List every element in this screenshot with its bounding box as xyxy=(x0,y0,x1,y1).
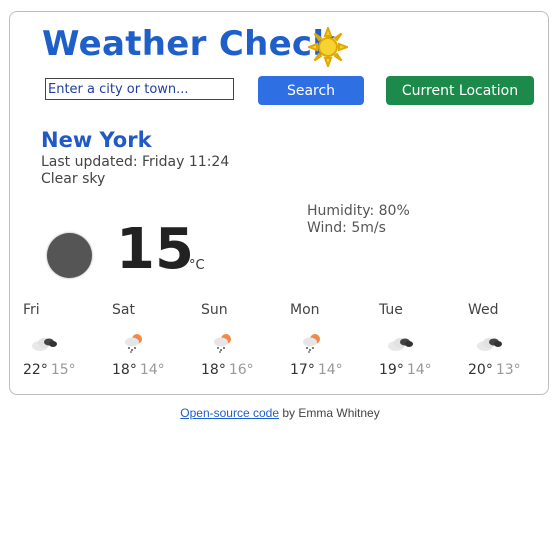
search-button[interactable]: Search xyxy=(258,76,364,105)
broken-clouds-icon xyxy=(477,338,502,351)
forecast-min: 14° xyxy=(139,362,165,378)
rain-snow-icon xyxy=(125,334,142,353)
forecast-day-name: Sat xyxy=(112,302,135,318)
open-source-link[interactable]: Open-source code xyxy=(180,406,279,420)
current-temperature: 15 xyxy=(116,217,194,282)
forecast-day-name: Mon xyxy=(290,302,320,318)
rain-snow-icon xyxy=(303,334,320,353)
temperature-unit[interactable]: °C xyxy=(189,258,205,273)
forecast-min: 13° xyxy=(495,362,521,378)
forecast-day-name: Tue xyxy=(379,302,403,318)
weather-description: Clear sky xyxy=(41,171,106,187)
city-name: New York xyxy=(41,128,152,152)
forecast-day: Sat 18° 14° xyxy=(112,302,198,382)
forecast-min: 15° xyxy=(50,362,76,378)
forecast-min: 14° xyxy=(406,362,432,378)
forecast-row: Fri 22°15° Sat 18°14° Sun 18°16° Mon xyxy=(23,302,543,382)
forecast-day: Wed 20° 13° xyxy=(468,302,554,382)
forecast-max: 17° xyxy=(290,362,315,378)
forecast-max: 18° xyxy=(201,362,226,378)
forecast-day: Tue 19° 14° xyxy=(379,302,465,382)
forecast-max: 20° xyxy=(468,362,493,378)
author-credit: by Emma Whitney xyxy=(279,406,380,420)
forecast-day-name: Wed xyxy=(468,302,499,318)
forecast-max: 18° xyxy=(112,362,137,378)
forecast-max: 22° xyxy=(23,362,48,378)
footer: Open-source code by Emma Whitney xyxy=(0,406,560,420)
humidity: Humidity: 80% xyxy=(307,203,410,219)
forecast-day-name: Sun xyxy=(201,302,228,318)
sun-icon xyxy=(308,27,348,67)
forecast-day: Sun 18° 16° xyxy=(201,302,287,382)
forecast-min: 16° xyxy=(228,362,254,378)
current-location-button[interactable]: Current Location xyxy=(386,76,534,105)
forecast-day: Fri 22° 15° xyxy=(23,302,109,382)
broken-clouds-icon xyxy=(388,338,413,351)
wind: Wind: 5m/s xyxy=(307,220,386,236)
broken-clouds-icon xyxy=(32,338,57,351)
weather-card: Weather Check Search Current Location Ne… xyxy=(9,11,549,395)
forecast-day-name: Fri xyxy=(23,302,40,318)
forecast-max: 19° xyxy=(379,362,404,378)
forecast-day: Mon 17° 14° xyxy=(290,302,376,382)
city-search-input[interactable] xyxy=(45,78,234,100)
rain-snow-icon xyxy=(214,334,231,353)
last-updated: Last updated: Friday 11:24 xyxy=(41,154,230,170)
dark-circle-icon xyxy=(47,233,92,278)
app-title: Weather Check xyxy=(42,24,336,64)
forecast-min: 14° xyxy=(317,362,343,378)
